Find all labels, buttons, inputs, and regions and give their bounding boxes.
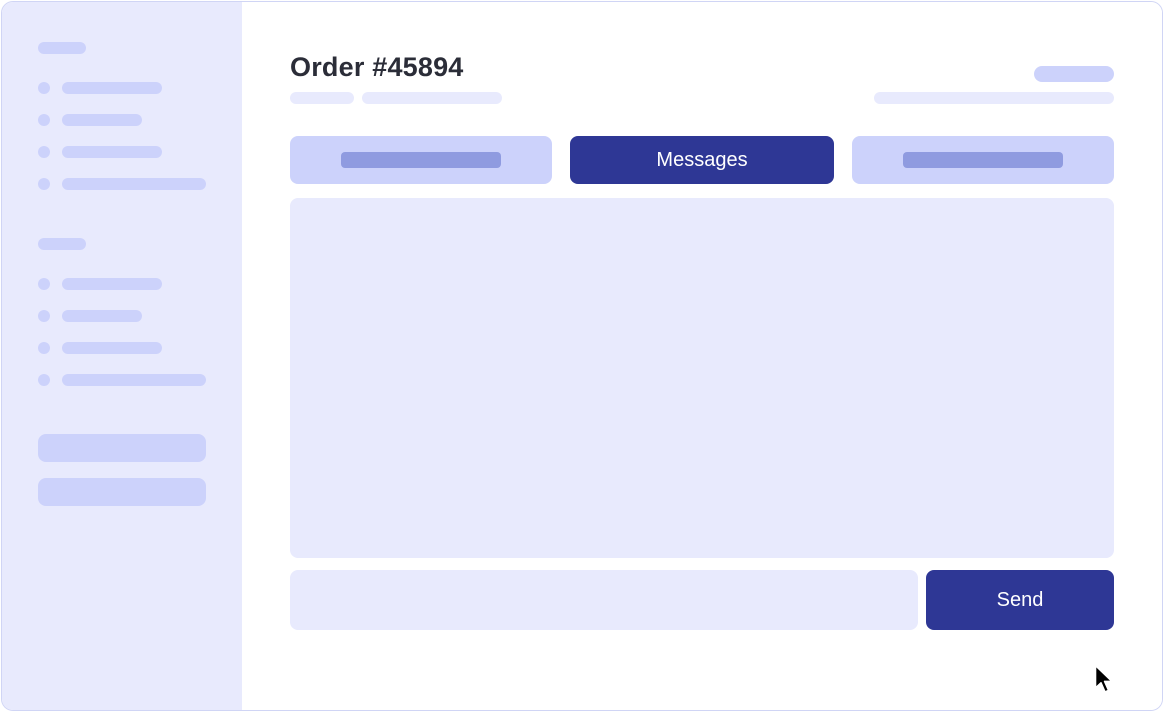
sidebar-item[interactable] <box>2 304 242 328</box>
messages-panel <box>290 198 1114 558</box>
order-meta <box>362 92 502 104</box>
order-meta <box>290 92 354 104</box>
bullet-icon <box>38 82 50 94</box>
bullet-icon <box>38 178 50 190</box>
tab-label-placeholder <box>903 152 1063 168</box>
tab-label: Messages <box>656 148 748 171</box>
message-input[interactable] <box>290 570 918 630</box>
app-window: Order #45894 Messages Send <box>1 1 1163 711</box>
sidebar-section-heading <box>38 238 86 250</box>
sidebar-item-label <box>62 146 162 158</box>
sidebar-item-label <box>62 178 206 190</box>
sidebar-item[interactable] <box>2 140 242 164</box>
tab-label-placeholder <box>341 152 501 168</box>
sidebar-button[interactable] <box>38 434 206 462</box>
main-content: Order #45894 Messages Send <box>242 2 1162 710</box>
sidebar-item[interactable] <box>2 272 242 296</box>
order-meta <box>874 92 1114 104</box>
sidebar-item-label <box>62 82 162 94</box>
sidebar-item[interactable] <box>2 336 242 360</box>
sidebar-item-label <box>62 114 142 126</box>
sidebar-item[interactable] <box>2 76 242 100</box>
status-badge <box>1034 66 1114 82</box>
sidebar-item[interactable] <box>2 368 242 392</box>
bullet-icon <box>38 146 50 158</box>
sidebar-button[interactable] <box>38 478 206 506</box>
tab-messages[interactable]: Messages <box>570 136 834 184</box>
bullet-icon <box>38 114 50 126</box>
sidebar <box>2 2 242 710</box>
mouse-pointer-icon <box>1094 664 1113 693</box>
sidebar-item-label <box>62 374 206 386</box>
page-title: Order #45894 <box>290 52 464 82</box>
bullet-icon <box>38 342 50 354</box>
bullet-icon <box>38 374 50 386</box>
sidebar-item-label <box>62 310 142 322</box>
send-button-label: Send <box>996 588 1044 611</box>
bullet-icon <box>38 310 50 322</box>
sidebar-item[interactable] <box>2 172 242 196</box>
sidebar-section-heading <box>38 42 86 54</box>
tab-details[interactable] <box>290 136 552 184</box>
tab-activity[interactable] <box>852 136 1114 184</box>
sidebar-item-label <box>62 278 162 290</box>
send-button[interactable]: Send <box>926 570 1114 630</box>
sidebar-item-label <box>62 342 162 354</box>
bullet-icon <box>38 278 50 290</box>
sidebar-item[interactable] <box>2 108 242 132</box>
